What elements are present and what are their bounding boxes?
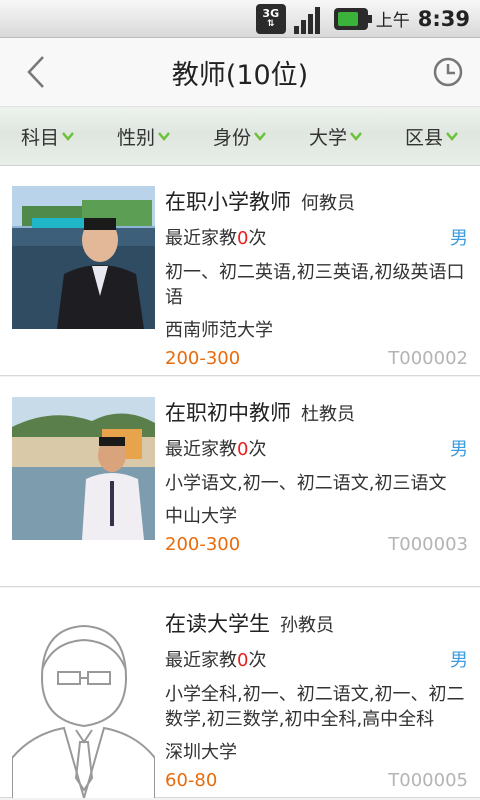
chevron-down-icon bbox=[446, 132, 458, 141]
teacher-card[interactable]: 在职初中教师 杜教员 最近家教0次 男 小学语文,初一、初二语文,初三语文 中山… bbox=[0, 377, 480, 587]
recent-unit: 次 bbox=[248, 650, 267, 671]
teacher-id: T000003 bbox=[388, 534, 468, 555]
filter-bar: 科目 性别 身份 大学 区县 bbox=[0, 106, 480, 166]
filter-identity[interactable]: 身份 bbox=[213, 123, 267, 150]
title-bar: 教师(10位) bbox=[0, 38, 480, 106]
teacher-info: 在职小学教师 何教员 最近家教0次 男 初一、初二英语,初三英语,初级英语口语 … bbox=[165, 186, 468, 378]
teacher-role: 在读大学生 bbox=[165, 612, 270, 636]
recent-label: 最近家教 bbox=[165, 228, 237, 249]
teacher-list[interactable]: 在职小学教师 何教员 最近家教0次 男 初一、初二英语,初三英语,初级英语口语 … bbox=[0, 166, 480, 800]
teacher-price: 200-300 bbox=[165, 348, 241, 369]
history-button[interactable] bbox=[428, 52, 468, 92]
filter-university[interactable]: 大学 bbox=[309, 123, 363, 150]
teacher-university: 中山大学 bbox=[165, 506, 237, 527]
filter-subject[interactable]: 科目 bbox=[21, 123, 75, 150]
teacher-card[interactable]: 在职小学教师 何教员 最近家教0次 男 初一、初二英语,初三英语,初级英语口语 … bbox=[0, 166, 480, 376]
teacher-gender: 男 bbox=[450, 439, 468, 460]
filter-label: 身份 bbox=[212, 126, 251, 149]
filter-gender[interactable]: 性别 bbox=[117, 123, 171, 150]
teacher-info: 在读大学生 孙教员 最近家教0次 男 小学全科,初一、初二语文,初一、初二数学,… bbox=[165, 608, 468, 800]
network-3g-icon: 3G ⇅ bbox=[255, 3, 286, 34]
network-type-label: 3G bbox=[262, 6, 280, 20]
teacher-role: 在职小学教师 bbox=[165, 190, 291, 214]
recent-label: 最近家教 bbox=[165, 439, 237, 460]
page-title: 教师(10位) bbox=[171, 59, 309, 91]
teacher-price: 60-80 bbox=[165, 770, 218, 791]
teacher-id: T000005 bbox=[388, 770, 468, 791]
recent-count: 0 bbox=[237, 228, 249, 249]
clock-icon bbox=[433, 57, 463, 87]
teacher-subjects: 小学全科,初一、初二语文,初一、初二数学,初三数学,初中全科,高中全科 bbox=[165, 684, 465, 730]
filter-district[interactable]: 区县 bbox=[405, 123, 459, 150]
teacher-university: 深圳大学 bbox=[165, 742, 237, 763]
recent-tutoring: 最近家教0次 男 bbox=[165, 646, 468, 676]
teacher-card[interactable]: 在读大学生 孙教员 最近家教0次 男 小学全科,初一、初二语文,初一、初二数学,… bbox=[0, 588, 480, 798]
chevron-left-icon bbox=[27, 56, 44, 88]
status-bar: 3G ⇅ 上午 8:39 bbox=[0, 0, 480, 38]
filter-label: 性别 bbox=[116, 126, 155, 149]
teacher-name: 何教员 bbox=[301, 193, 355, 214]
chevron-down-icon bbox=[350, 132, 362, 141]
recent-unit: 次 bbox=[248, 228, 267, 249]
clock-time: 8:39 bbox=[417, 6, 470, 31]
recent-count: 0 bbox=[237, 439, 249, 460]
teacher-photo bbox=[12, 397, 155, 540]
teacher-university: 西南师范大学 bbox=[165, 320, 273, 341]
teacher-price: 200-300 bbox=[165, 534, 241, 555]
chevron-down-icon bbox=[158, 132, 170, 141]
teacher-subjects: 小学语文,初一、初二语文,初三语文 bbox=[165, 473, 447, 494]
recent-unit: 次 bbox=[248, 439, 267, 460]
recent-label: 最近家教 bbox=[165, 650, 237, 671]
recent-tutoring: 最近家教0次 男 bbox=[165, 435, 468, 465]
recent-count: 0 bbox=[237, 650, 249, 671]
teacher-gender: 男 bbox=[450, 228, 468, 249]
teacher-gender: 男 bbox=[450, 650, 468, 671]
teacher-id: T000002 bbox=[388, 348, 468, 369]
back-button[interactable] bbox=[14, 50, 58, 94]
teacher-info: 在职初中教师 杜教员 最近家教0次 男 小学语文,初一、初二语文,初三语文 中山… bbox=[165, 397, 468, 564]
teacher-name: 孙教员 bbox=[280, 615, 334, 636]
recent-tutoring: 最近家教0次 男 bbox=[165, 224, 468, 254]
teacher-role: 在职初中教师 bbox=[165, 401, 291, 425]
chevron-down-icon bbox=[254, 132, 266, 141]
default-avatar-icon bbox=[12, 608, 155, 798]
battery-charging-icon bbox=[333, 7, 372, 30]
clock-ampm: 上午 bbox=[375, 11, 410, 31]
filter-label: 科目 bbox=[20, 126, 59, 149]
filter-label: 区县 bbox=[404, 126, 443, 149]
chevron-down-icon bbox=[62, 132, 74, 141]
teacher-photo bbox=[12, 186, 155, 329]
signal-strength-icon bbox=[293, 4, 326, 34]
filter-label: 大学 bbox=[308, 126, 347, 149]
teacher-subjects: 初一、初二英语,初三英语,初级英语口语 bbox=[165, 262, 465, 308]
teacher-name: 杜教员 bbox=[301, 404, 355, 425]
